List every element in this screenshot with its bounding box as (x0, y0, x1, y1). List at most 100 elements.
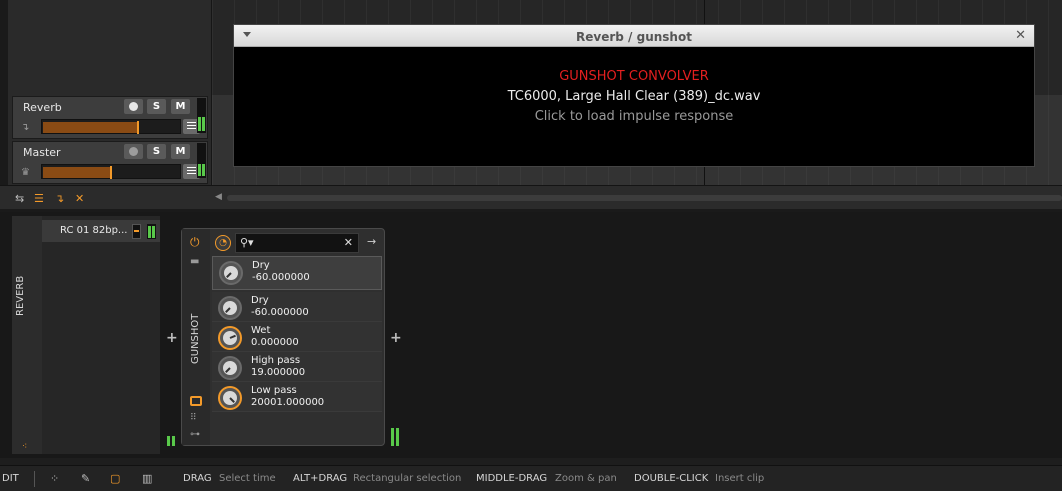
high-pass-knob[interactable] (218, 356, 242, 380)
record-arm-button[interactable] (124, 99, 143, 114)
dry-knob[interactable] (219, 261, 243, 285)
mute-button[interactable]: M (171, 144, 190, 159)
modulator-icon[interactable]: ◔ (215, 235, 231, 251)
hint-desc: Select time (219, 473, 276, 484)
impulse-file-name: TC6000, Large Hall Clear (389)_dc.wav (507, 89, 761, 104)
param-value: -60.000000 (252, 272, 310, 283)
low-pass-knob[interactable] (218, 386, 242, 410)
arrow-right-icon[interactable]: → (367, 235, 376, 248)
layer-item[interactable]: RC 01 82bp... (42, 220, 160, 242)
param-name: Low pass (251, 385, 297, 396)
param-name: High pass (251, 355, 301, 366)
window-icon[interactable] (190, 396, 202, 406)
device-track-column: ⁖ (12, 216, 42, 454)
hint-desc: Zoom & pan (555, 473, 617, 484)
power-icon[interactable]: ⏻ (190, 235, 200, 250)
solo-button[interactable]: S (147, 99, 166, 114)
volume-handle[interactable] (110, 166, 112, 179)
param-search-input[interactable]: ⚲▾ ✕ (235, 233, 359, 253)
param-name: Dry (252, 260, 270, 271)
chain-meter (167, 432, 177, 446)
swap-icon[interactable]: ⇆ (15, 192, 24, 205)
hint-desc: Insert clip (715, 473, 765, 484)
meter-bar-right (202, 117, 205, 131)
param-value: 0.000000 (251, 337, 299, 348)
clear-search-icon[interactable]: ✕ (344, 236, 353, 249)
device-gunshot[interactable]: ⏻ ▬ GUNSHOT ⠿ ⊶ ◔ ⚲▾ ✕ → Dry -60.000000 … (181, 228, 385, 446)
hint-key: DRAG (183, 473, 212, 484)
param-highlight-dry[interactable]: Dry -60.000000 (212, 256, 382, 290)
param-dry[interactable]: Dry -60.000000 (212, 292, 382, 322)
volume-fill (43, 167, 111, 178)
meter-bar-left (198, 164, 201, 176)
pencil-tool-icon[interactable]: ✎ (81, 472, 90, 485)
track-name: Master (23, 146, 61, 159)
key-icon[interactable]: ⊶ (190, 429, 200, 440)
route-icon: ↴ (21, 122, 30, 133)
layer-column: RC 01 82bp... (42, 216, 160, 454)
mode-label: DIT (2, 473, 19, 484)
folder-icon[interactable]: ▬ (190, 256, 199, 267)
list-icon[interactable]: ☰ (34, 192, 44, 205)
plugin-window-titlebar[interactable]: Reverb / gunshot ✕ (234, 25, 1034, 47)
volume-fader[interactable] (41, 164, 181, 179)
param-name: Dry (251, 295, 269, 306)
dry-knob[interactable] (218, 296, 242, 320)
solo-button[interactable]: S (147, 144, 166, 159)
status-separator (34, 471, 35, 487)
track-column-edge (0, 0, 8, 185)
device-sidebar: ⏻ ▬ GUNSHOT ⠿ ⊶ (182, 229, 210, 445)
track-meter (197, 98, 206, 133)
record-arm-button[interactable] (124, 144, 143, 159)
layer-name: RC 01 82bp... (60, 225, 128, 236)
plugin-window-title: Reverb / gunshot (576, 30, 692, 44)
hint-key: DOUBLE-CLICK (634, 473, 709, 484)
volume-handle[interactable] (137, 121, 139, 134)
param-wet[interactable]: Wet 0.000000 (212, 322, 382, 352)
grid-icon[interactable]: ⠿ (190, 413, 197, 423)
horizontal-scrollbar[interactable] (227, 195, 1062, 201)
param-name: Wet (251, 325, 271, 336)
mute-button[interactable]: M (171, 99, 190, 114)
hint-key: ALT+DRAG (293, 473, 348, 484)
options-icon[interactable]: ⁖ (22, 442, 27, 452)
param-high-pass[interactable]: High pass 19.000000 (212, 352, 382, 382)
meter-bar-right (172, 436, 175, 446)
meter-bar-left (198, 117, 201, 131)
load-impulse-button[interactable]: Click to load impulse response (234, 109, 1034, 124)
plugin-name: GUNSHOT CONVOLVER (559, 69, 709, 84)
select-tool-icon[interactable]: ⁘ (50, 472, 59, 485)
layer-meter (147, 224, 156, 239)
layer-volume[interactable] (132, 224, 141, 239)
device-panel: ⁖ REVERB RC 01 82bp... + + (0, 212, 1062, 458)
wet-knob[interactable] (218, 326, 242, 350)
volume-fader[interactable] (41, 119, 181, 134)
meter-bar-left (167, 436, 170, 446)
volume-fill (43, 122, 138, 133)
meter-bar-right (396, 428, 399, 446)
track-reverb[interactable]: Reverb S M ↴ (12, 96, 208, 139)
route-icon[interactable]: ↴ (55, 192, 64, 205)
bars-tool-icon[interactable]: ▥ (142, 472, 152, 485)
plus-icon[interactable]: + (390, 330, 402, 346)
hint-desc: Rectangular selection (353, 473, 462, 484)
plugin-window[interactable]: Reverb / gunshot ✕ GUNSHOT CONVOLVER TC6… (233, 24, 1035, 167)
param-low-pass[interactable]: Low pass 20001.000000 (212, 382, 382, 412)
close-icon[interactable]: ✕ (75, 192, 84, 205)
clip-tool-icon[interactable]: ▢ (110, 472, 120, 485)
master-meter (197, 143, 206, 178)
param-value: -60.000000 (251, 307, 309, 318)
param-search-row: ◔ ⚲▾ ✕ → (212, 232, 384, 254)
param-value: 20001.000000 (251, 397, 325, 408)
device-name: GUNSHOT (190, 313, 201, 364)
track-master[interactable]: Master S M ♛ (12, 141, 208, 184)
plus-icon[interactable]: + (166, 330, 178, 346)
scroll-left-icon[interactable]: ◀ (215, 192, 222, 202)
arranger-toolbar: ⇆ ☰ ↴ ✕ ◀ (0, 185, 1062, 212)
close-icon[interactable]: ✕ (1015, 28, 1026, 43)
search-icon: ⚲▾ (240, 236, 254, 249)
arranger: Reverb S M ↴ Master S M ♛ Reverb / gunsh… (0, 0, 1062, 185)
track-name: Reverb (23, 101, 62, 114)
crown-icon: ♛ (21, 167, 30, 178)
status-bar: DIT ⁘ ✎ ▢ ▥ DRAG Select time ALT+DRAG Re… (0, 465, 1062, 491)
